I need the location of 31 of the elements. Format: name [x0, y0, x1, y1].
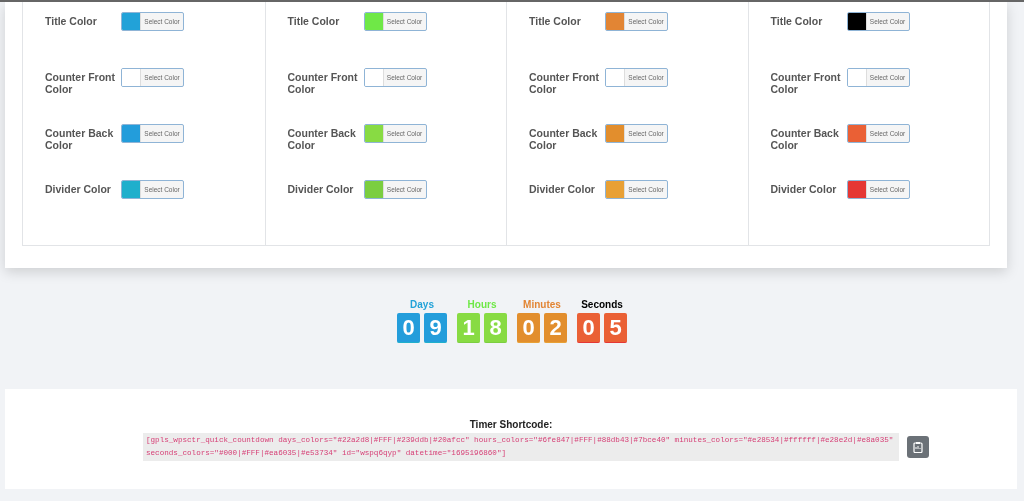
field-label: Divider Color — [287, 183, 355, 195]
counter-digit: 5 — [604, 313, 627, 343]
counter-digit: 0 — [397, 313, 420, 343]
field-label: Counter Back Color — [529, 127, 599, 151]
field-label: Counter Back Color — [770, 127, 840, 151]
field-label: Counter Back Color — [287, 127, 357, 151]
field-label: Counter Front Color — [529, 71, 600, 95]
field-label: Counter Front Color — [287, 71, 359, 95]
copy-button[interactable] — [907, 436, 929, 458]
unit-label: Days — [410, 299, 434, 311]
field-label: Counter Front Color — [770, 71, 842, 95]
field-label: Counter Front Color — [45, 71, 116, 95]
field-label: Title Color — [287, 15, 341, 27]
field-label: Divider Color — [45, 183, 112, 195]
counter-digit: 0 — [517, 313, 540, 343]
counter-digit: 8 — [484, 313, 507, 343]
unit-label: Seconds — [581, 299, 623, 311]
field-label: Title Color — [770, 15, 824, 27]
counter-digit: 0 — [577, 313, 600, 343]
field-label: Divider Color — [770, 183, 838, 195]
shortcode-title: Timer Shortcode: — [469, 419, 553, 431]
field-label: Divider Color — [529, 183, 596, 195]
field-label: Counter Back Color — [45, 127, 115, 151]
counter-digit: 9 — [424, 313, 447, 343]
field-label: Title Color — [529, 15, 582, 27]
field-label: Title Color — [45, 15, 98, 27]
unit-label: Hours — [467, 299, 497, 311]
counter-digit: 1 — [457, 313, 480, 343]
counter-digit: 2 — [544, 313, 567, 343]
clipboard-icon — [913, 441, 923, 453]
unit-label: Minutes — [523, 299, 561, 311]
